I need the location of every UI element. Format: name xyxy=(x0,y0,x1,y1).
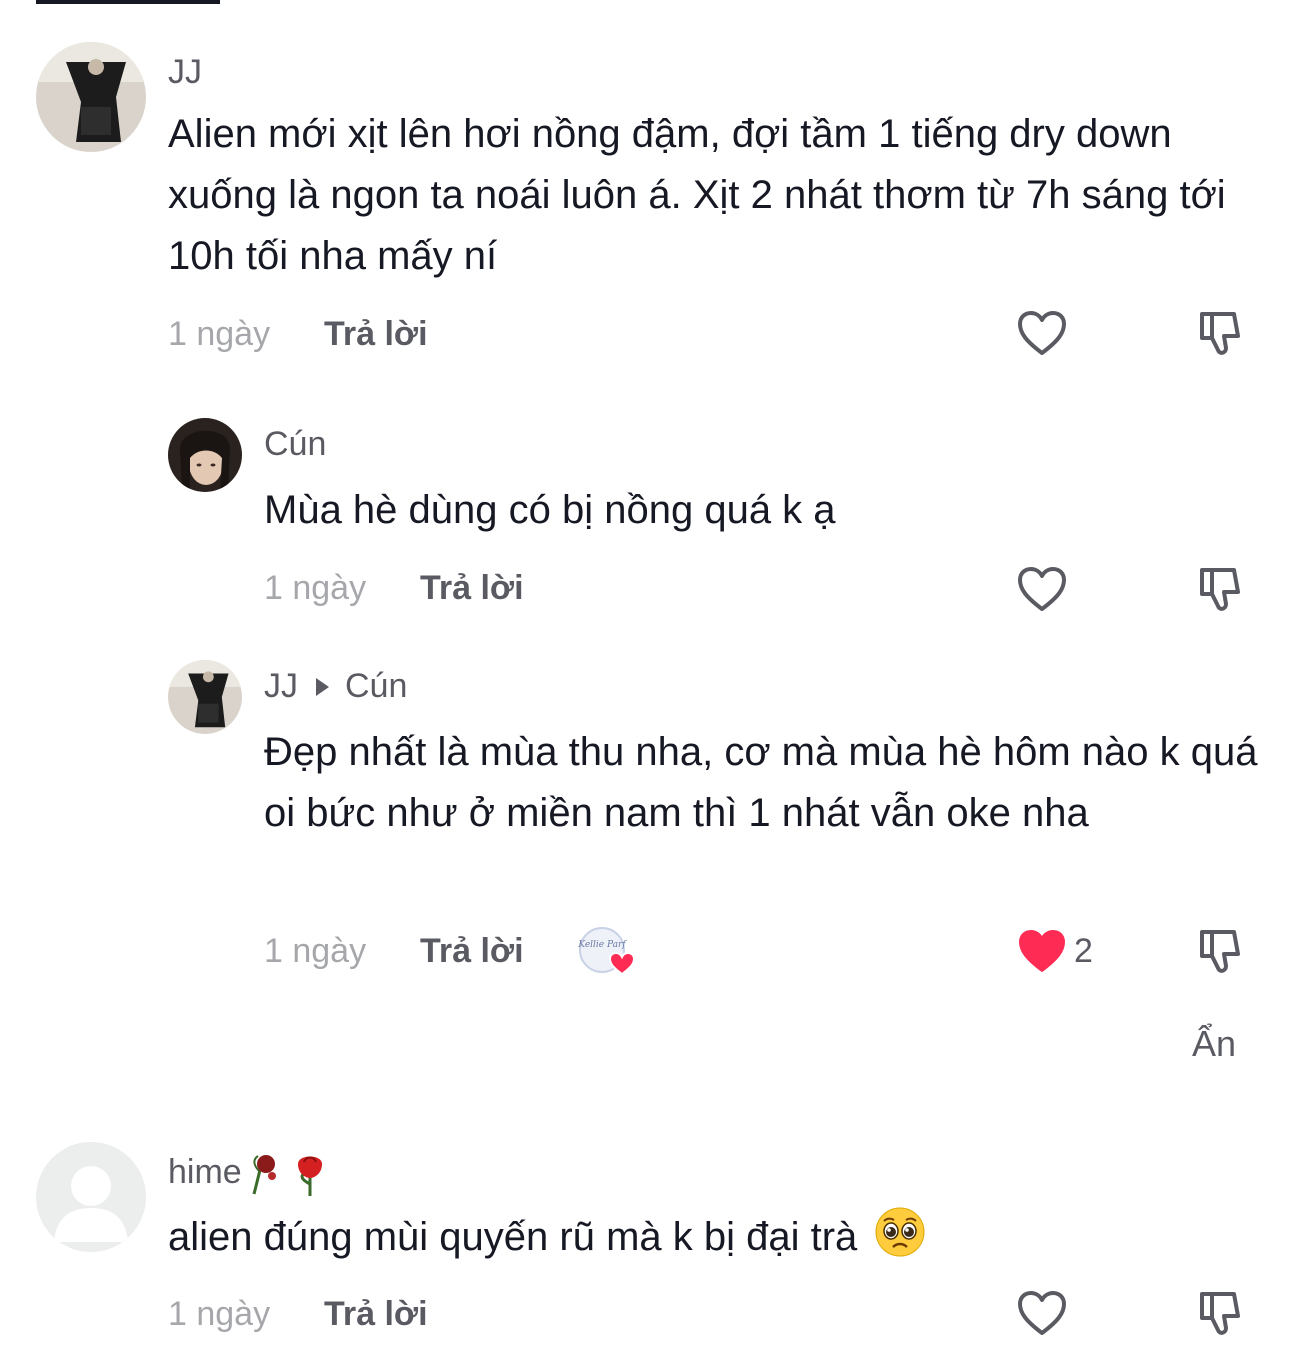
dislike-icon[interactable] xyxy=(1196,1288,1244,1338)
avatar-default[interactable] xyxy=(36,1142,146,1252)
heart-outline-icon[interactable] xyxy=(1016,565,1068,613)
hide-replies-button[interactable]: Ẩn xyxy=(1192,1024,1236,1064)
avatar-cun[interactable] xyxy=(168,418,242,492)
username-text: hime xyxy=(168,1152,242,1191)
comment-text: Đẹp nhất là mùa thu nha, cơ mà mùa hè hô… xyxy=(264,730,1258,835)
reply-button[interactable]: Trả lời xyxy=(324,1294,428,1334)
pleading-face-icon xyxy=(875,1207,925,1257)
creator-badge-text: Kellie Parf xyxy=(578,940,627,950)
reply-button[interactable]: Trả lời xyxy=(420,931,524,971)
heart-outline-icon[interactable] xyxy=(1016,309,1068,357)
rose-icons xyxy=(252,1155,322,1196)
comment-username[interactable]: JJ xyxy=(264,667,298,705)
heart-outline-icon[interactable] xyxy=(1016,1289,1068,1337)
comment-text: alien đúng mùi quyến rũ mà k bị đại trà xyxy=(168,1206,1258,1268)
reply-arrow-icon xyxy=(316,678,329,697)
dislike-icon[interactable] xyxy=(1196,564,1244,614)
like-count: 2 xyxy=(1074,932,1093,970)
comment-time: 1 ngày xyxy=(264,569,367,607)
reply-username-line: JJ Cún xyxy=(264,666,407,706)
avatar-jj[interactable] xyxy=(168,660,242,734)
comment-username[interactable]: hime xyxy=(168,1150,340,1198)
comment-time: 1 ngày xyxy=(168,1295,271,1333)
dislike-icon[interactable] xyxy=(1196,926,1244,976)
comment-time: 1 ngày xyxy=(168,315,271,353)
reply-button[interactable]: Trả lời xyxy=(420,568,524,608)
reply-to-username[interactable]: Cún xyxy=(345,667,407,705)
comment-text: Mùa hè dùng có bị nồng quá k ạ xyxy=(264,488,836,532)
comment-body: alien đúng mùi quyến rũ mà k bị đại trà xyxy=(168,1215,858,1259)
dislike-icon[interactable] xyxy=(1196,308,1244,358)
reply-button[interactable]: Trả lời xyxy=(324,314,428,354)
avatar-jj[interactable] xyxy=(36,42,146,152)
comment-username[interactable]: Cún xyxy=(264,424,326,464)
creator-liked-badge-icon: Kellie Parf xyxy=(578,927,636,976)
comment-username[interactable]: JJ xyxy=(168,52,202,92)
comment-time: 1 ngày xyxy=(264,932,367,970)
top-bar-indicator xyxy=(36,0,220,4)
heart-filled-icon[interactable] xyxy=(1016,927,1068,975)
comment-text: Alien mới xịt lên hơi nồng đậm, đợi tầm … xyxy=(168,112,1226,278)
